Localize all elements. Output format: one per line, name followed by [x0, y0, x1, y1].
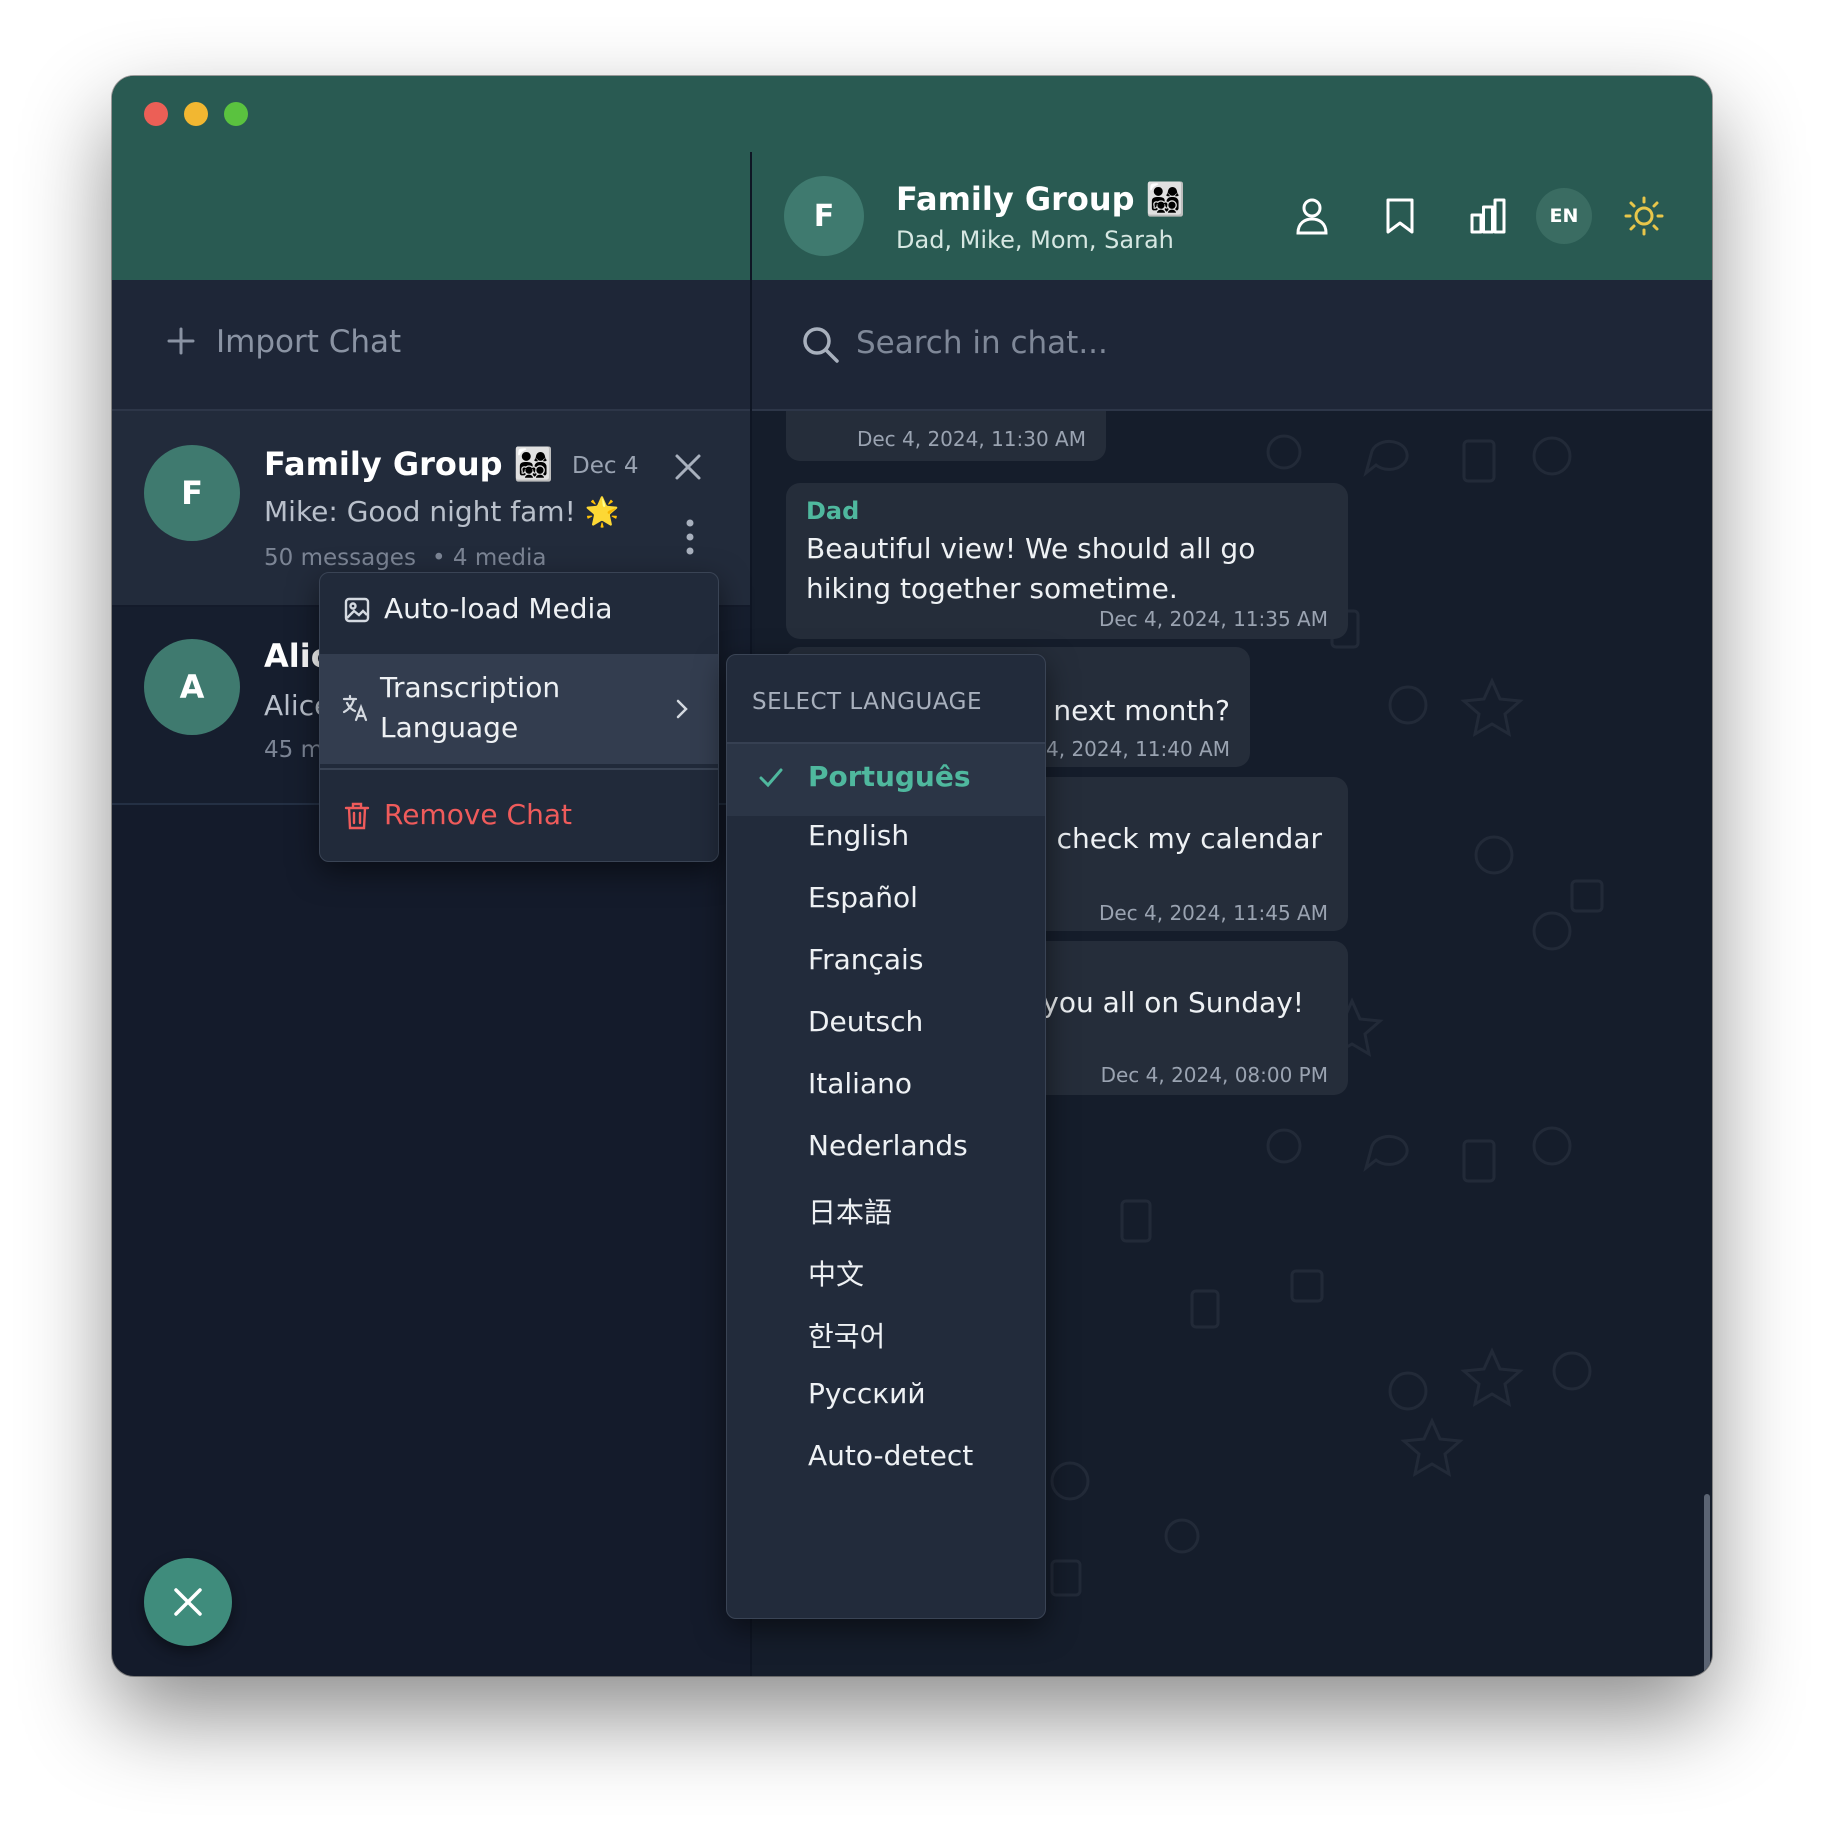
menu-item-remove-chat[interactable]: Remove Chat: [320, 773, 718, 857]
language-menu-header: SELECT LANGUAGE: [752, 689, 983, 715]
chat-participants: Dad, Mike, Mom, Sarah: [896, 226, 1174, 254]
header-bar: F Family Group 👨‍👩‍👧‍👦 Dad, Mike, Mom, S…: [112, 76, 1712, 280]
sun-icon[interactable]: [1620, 192, 1668, 240]
language-option-label: Русский: [808, 1377, 926, 1410]
language-option[interactable]: Auto-detect: [727, 1426, 1045, 1488]
chat-title: Family Group 👨‍👩‍👧‍👦: [896, 180, 1186, 218]
language-badge[interactable]: EN: [1536, 188, 1592, 244]
language-option-label: 中文: [808, 1258, 865, 1291]
user-icon[interactable]: [1288, 192, 1336, 240]
import-chat-label: Import Chat: [216, 324, 402, 360]
language-option-label: Deutsch: [808, 1005, 924, 1038]
chat-avatar: F: [784, 176, 864, 256]
language-option-label: Español: [808, 881, 918, 914]
language-option-label: Italiano: [808, 1067, 912, 1100]
language-option[interactable]: 中文: [727, 1240, 1045, 1302]
language-option[interactable]: Español: [727, 868, 1045, 930]
language-option[interactable]: Nederlands: [727, 1116, 1045, 1178]
language-option-label: 日本語: [808, 1196, 893, 1229]
chat-preview: Mike: Good night fam! 🌟: [264, 495, 620, 528]
window-minimize-button[interactable]: [184, 102, 208, 126]
window-close-button[interactable]: [144, 102, 168, 126]
close-icon[interactable]: [672, 451, 704, 483]
chat-context-menu: Auto-load Media Transcription Language R…: [319, 572, 719, 862]
image-icon: [344, 597, 370, 623]
message-time: Dec 4, 2024, 08:00 PM: [1100, 1063, 1328, 1087]
language-option-label: Português: [808, 760, 971, 793]
close-icon: [174, 1588, 202, 1616]
message-sender: Dad: [806, 497, 860, 525]
chat-search-bar: [752, 280, 1712, 410]
chat-message-count: 50 messages: [264, 545, 416, 571]
app-window: F Family Group 👨‍👩‍👧‍👦 Dad, Mike, Mom, S…: [112, 76, 1712, 1676]
chat-media-count: • 4 media: [432, 545, 547, 571]
bookmark-icon[interactable]: [1376, 192, 1424, 240]
check-icon: [759, 768, 783, 788]
language-option[interactable]: English: [727, 806, 1045, 868]
translate-icon: [342, 694, 368, 722]
menu-item-label: Remove Chat: [384, 798, 572, 831]
chat-date: Dec 4: [572, 453, 639, 479]
import-chat-bar[interactable]: Import Chat: [112, 280, 750, 410]
language-option-label: Français: [808, 943, 924, 976]
avatar: A: [144, 639, 240, 735]
menu-item-label: Transcription: [380, 671, 561, 704]
message-time: Dec 4, 2024, 11:45 AM: [1098, 901, 1328, 925]
avatar: F: [144, 445, 240, 541]
trash-icon: [344, 802, 370, 830]
menu-item-label: Auto-load Media: [384, 592, 613, 625]
plus-icon: [167, 327, 195, 355]
language-option[interactable]: Italiano: [727, 1054, 1045, 1116]
language-option-label: 한국어: [808, 1320, 886, 1353]
message-bubble: Dec 4, 2024, 11:30 AM: [786, 411, 1106, 461]
message-bubble: Dad Beautiful view! We should all go hik…: [786, 483, 1348, 639]
language-option[interactable]: 한국어: [727, 1302, 1045, 1364]
search-input[interactable]: [856, 318, 1556, 368]
search-icon: [803, 327, 839, 363]
chevron-right-icon: [676, 699, 688, 719]
menu-item-auto-load-media[interactable]: Auto-load Media: [320, 573, 718, 645]
language-option[interactable]: Deutsch: [727, 992, 1045, 1054]
language-option-label: English: [808, 819, 910, 852]
message-text: Beautiful view! We should all go hiking …: [806, 532, 1256, 605]
language-option[interactable]: Русский: [727, 1364, 1045, 1426]
scrollbar[interactable]: [1704, 1494, 1710, 1674]
menu-item-transcription-language[interactable]: Transcription Language: [320, 654, 718, 764]
menu-divider: [320, 768, 718, 770]
kebab-icon[interactable]: [680, 517, 700, 557]
chat-message-count: 45 m: [264, 737, 323, 763]
chat-name: Family Group 👨‍👩‍👧‍👦: [264, 445, 554, 483]
language-option[interactable]: 日本語: [727, 1178, 1045, 1240]
language-option-label: Auto-detect: [808, 1439, 974, 1472]
window-maximize-button[interactable]: [224, 102, 248, 126]
message-time: Dec 4, 2024, 11:30 AM: [856, 427, 1086, 451]
language-option-label: Nederlands: [808, 1129, 968, 1162]
language-submenu: SELECT LANGUAGE Português English Español F…: [726, 654, 1046, 1619]
close-fab-button[interactable]: [144, 1558, 232, 1646]
message-time: Dec 4, 2024, 11:35 AM: [1098, 607, 1328, 631]
menu-item-label: Language: [380, 711, 519, 744]
language-option[interactable]: Français: [727, 930, 1045, 992]
chart-icon[interactable]: [1464, 192, 1512, 240]
